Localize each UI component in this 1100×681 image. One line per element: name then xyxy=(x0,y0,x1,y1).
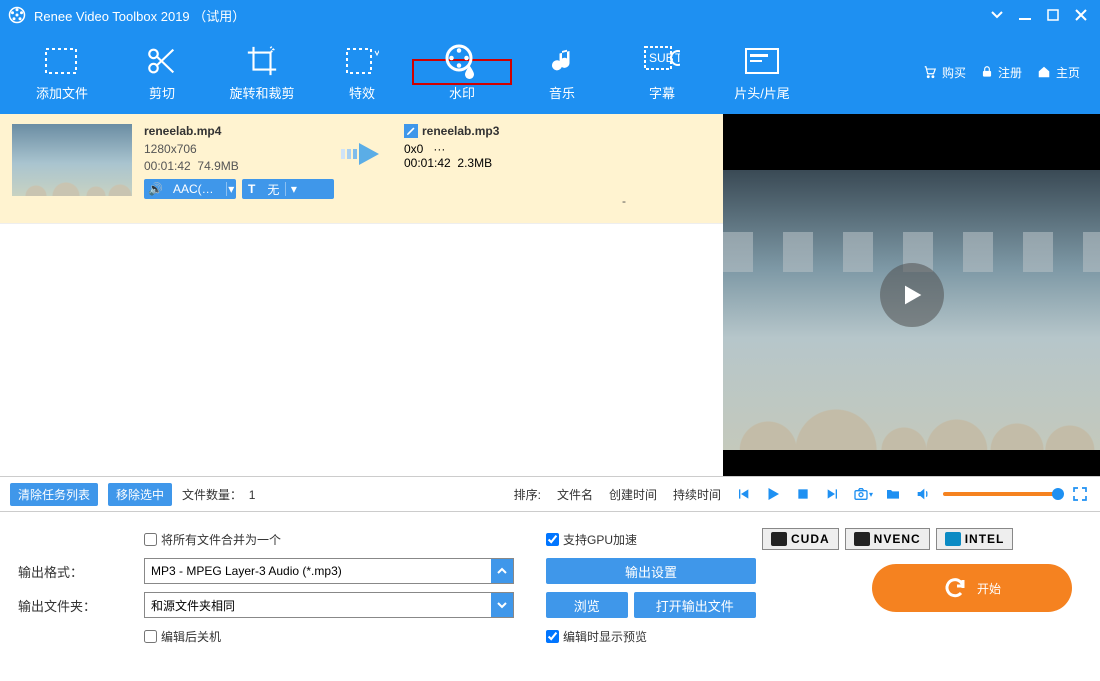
output-folder-select[interactable]: 和源文件夹相同 xyxy=(144,592,514,618)
title-bar: Renee Video Toolbox 2019 （试用） xyxy=(0,0,1100,30)
subtitle-track-selector[interactable]: T无▾ xyxy=(242,179,334,199)
tool-subtitle[interactable]: SUBT 字幕 xyxy=(612,36,712,108)
svg-text:T: T xyxy=(675,51,680,65)
convert-arrow-icon xyxy=(334,134,404,174)
scissors-icon xyxy=(144,43,180,79)
audio-track-selector[interactable]: 🔊AAC(Stereo 4▾ xyxy=(144,179,236,199)
output-file-info: reneelab.mp3 0x0 ··· 00:01:42 2.3MB xyxy=(404,124,594,170)
home-icon xyxy=(1036,65,1052,79)
intel-badge-icon xyxy=(945,532,961,546)
video-thumbnail xyxy=(12,124,132,196)
sort-by-name[interactable]: 文件名 xyxy=(557,486,593,503)
minimize-button[interactable] xyxy=(1014,4,1036,26)
fullscreen-button[interactable] xyxy=(1070,484,1090,504)
tool-intro-outro[interactable]: 片头/片尾 xyxy=(712,36,812,108)
video-preview[interactable] xyxy=(723,114,1100,476)
maximize-button[interactable] xyxy=(1042,4,1064,26)
sort-by-created[interactable]: 创建时间 xyxy=(609,486,657,503)
edit-icon[interactable] xyxy=(404,124,418,138)
output-resolution: 0x0 ··· xyxy=(404,142,594,156)
chevron-down-icon: ▾ xyxy=(226,182,236,196)
tool-effects[interactable]: 特效 xyxy=(312,36,412,108)
volume-button[interactable] xyxy=(913,484,933,504)
input-duration-size: 00:01:42 74.9MB xyxy=(144,159,334,173)
list-control-bar: 清除任务列表 移除选中 文件数量： 1 排序: 文件名 创建时间 持续时间 ▾ xyxy=(0,476,1100,512)
chevron-down-icon: ▾ xyxy=(285,182,301,196)
shutdown-after-checkbox[interactable]: 编辑后关机 xyxy=(144,628,514,645)
input-resolution: 1280x706 xyxy=(144,142,334,156)
nvidia-eye-icon xyxy=(771,532,787,546)
intel-chip[interactable]: INTEL xyxy=(936,528,1014,550)
output-settings-button[interactable]: 输出设置 xyxy=(546,558,756,584)
gpu-accel-checkbox[interactable]: 支持GPU加速 xyxy=(546,531,756,548)
chevron-up-icon xyxy=(491,559,513,583)
refresh-icon xyxy=(943,576,967,600)
play-icon xyxy=(898,281,926,309)
crop-icon xyxy=(244,43,280,79)
snapshot-button[interactable]: ▾ xyxy=(853,484,873,504)
close-button[interactable] xyxy=(1070,4,1092,26)
file-list: reneelab.mp4 1280x706 00:01:42 74.9MB 🔊A… xyxy=(0,114,723,476)
output-folder-label: 输出文件夹： xyxy=(18,596,138,615)
filmstrip-icon xyxy=(44,43,80,79)
nvenc-chip[interactable]: NVENC xyxy=(845,528,930,550)
app-logo-icon xyxy=(8,6,26,24)
browse-button[interactable]: 浏览 xyxy=(546,592,628,618)
content-area: reneelab.mp4 1280x706 00:01:42 74.9MB 🔊A… xyxy=(0,114,1100,476)
music-note-icon xyxy=(544,43,580,79)
tool-cut[interactable]: 剪切 xyxy=(112,36,212,108)
sort-label: 排序: xyxy=(514,486,541,503)
buy-link[interactable]: 购买 xyxy=(922,64,966,81)
sort-by-duration[interactable]: 持续时间 xyxy=(673,486,721,503)
open-output-button[interactable]: 打开输出文件 xyxy=(634,592,756,618)
cuda-chip[interactable]: CUDA xyxy=(762,528,839,550)
lock-icon xyxy=(980,65,994,79)
cart-icon xyxy=(922,65,938,79)
merge-files-checkbox[interactable]: 将所有文件合并为一个 xyxy=(144,531,514,548)
subtitle-icon: SUBT xyxy=(644,43,680,79)
file-row[interactable]: reneelab.mp4 1280x706 00:01:42 74.9MB 🔊A… xyxy=(0,114,723,224)
tool-add-file[interactable]: 添加文件 xyxy=(12,36,112,108)
start-button[interactable]: 开始 xyxy=(872,564,1072,612)
progress-placeholder: - xyxy=(594,194,654,208)
header-right-links: 购买 注册 主页 xyxy=(922,64,1080,81)
tool-music[interactable]: 音乐 xyxy=(512,36,612,108)
stop-button[interactable] xyxy=(793,484,813,504)
app-title: Renee Video Toolbox 2019 （试用） xyxy=(34,6,245,25)
open-folder-button[interactable] xyxy=(883,484,903,504)
output-filename: reneelab.mp3 xyxy=(422,124,499,138)
main-toolbar: 添加文件 剪切 旋转和裁剪 特效 水印 音乐 SUBT 字幕 片头/片尾 购买 … xyxy=(0,30,1100,114)
remove-selected-button[interactable]: 移除选中 xyxy=(108,483,172,506)
output-format-label: 输出格式： xyxy=(18,562,138,581)
dropdown-menu-button[interactable] xyxy=(986,4,1008,26)
sort-controls: 排序: 文件名 创建时间 持续时间 xyxy=(514,486,721,503)
next-button[interactable] xyxy=(823,484,843,504)
input-file-info: reneelab.mp4 1280x706 00:01:42 74.9MB 🔊A… xyxy=(144,124,334,199)
player-controls: ▾ xyxy=(733,484,1090,504)
speaker-icon: 🔊 xyxy=(144,182,167,196)
input-filename: reneelab.mp4 xyxy=(144,124,334,138)
tool-rotate-crop[interactable]: 旋转和裁剪 xyxy=(212,36,312,108)
volume-slider[interactable] xyxy=(943,492,1060,496)
gpu-chips: CUDA NVENC INTEL xyxy=(762,528,1082,550)
home-link[interactable]: 主页 xyxy=(1036,64,1080,81)
svg-text:SUB: SUB xyxy=(649,51,674,65)
play-overlay-button[interactable] xyxy=(880,263,944,327)
output-settings-panel: 将所有文件合并为一个 支持GPU加速 CUDA NVENC INTEL 输出格式… xyxy=(0,512,1100,662)
play-button[interactable] xyxy=(763,484,783,504)
output-duration-size: 00:01:42 2.3MB xyxy=(404,156,594,170)
sparkle-film-icon xyxy=(344,43,380,79)
tool-watermark[interactable]: 水印 xyxy=(412,59,512,85)
file-count-label: 文件数量： 1 xyxy=(182,486,255,503)
prev-button[interactable] xyxy=(733,484,753,504)
reel-drop-icon xyxy=(444,43,480,79)
output-format-select[interactable]: MP3 - MPEG Layer-3 Audio (*.mp3) xyxy=(144,558,514,584)
clear-list-button[interactable]: 清除任务列表 xyxy=(10,483,98,506)
chevron-down-icon xyxy=(491,593,513,617)
card-icon xyxy=(744,43,780,79)
register-link[interactable]: 注册 xyxy=(980,64,1022,81)
nvidia-eye-icon xyxy=(854,532,870,546)
preview-while-edit-checkbox[interactable]: 编辑时显示预览 xyxy=(546,628,756,645)
